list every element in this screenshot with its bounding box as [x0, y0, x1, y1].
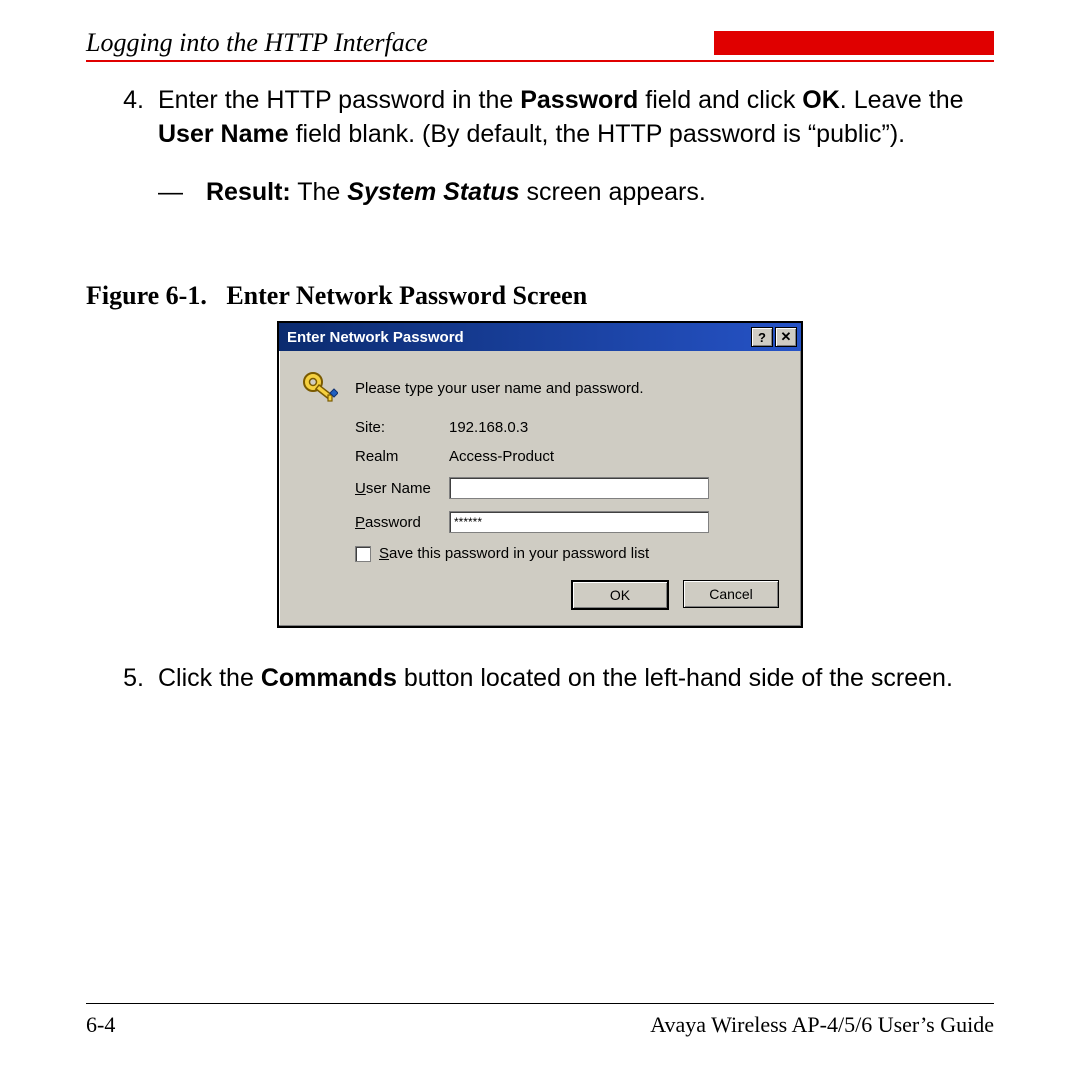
ok-button-label: OK	[610, 587, 630, 603]
realm-label: Realm	[355, 448, 449, 465]
text: button located on the left-hand side of …	[397, 664, 953, 692]
password-label: Password	[355, 514, 449, 531]
text: screen appears.	[520, 178, 706, 206]
cancel-button-label: Cancel	[709, 586, 753, 602]
bold-commands: Commands	[261, 664, 397, 692]
dialog-titlebar[interactable]: Enter Network Password ? ✕	[279, 323, 801, 351]
close-button[interactable]: ✕	[775, 327, 797, 347]
underline: S	[379, 545, 389, 562]
text: assword	[365, 514, 421, 531]
page-footer: 6-4 Avaya Wireless AP-4/5/6 User’s Guide	[86, 1003, 994, 1038]
text: ser Name	[366, 480, 431, 497]
page-number: 6-4	[86, 1012, 115, 1038]
password-input[interactable]	[449, 511, 709, 533]
dialog-prompt: Please type your user name and password.	[355, 380, 783, 397]
username-input[interactable]	[449, 477, 709, 499]
site-label: Site:	[355, 419, 449, 436]
figure-caption: Figure 6-1. Enter Network Password Scree…	[86, 281, 994, 311]
bold-password: Password	[520, 86, 638, 114]
bold-ok: OK	[802, 86, 840, 114]
text: The	[291, 178, 348, 206]
underline: P	[355, 514, 365, 531]
result-row: — Result: The System Status screen appea…	[86, 176, 994, 210]
underline: U	[355, 480, 366, 497]
password-dialog: Enter Network Password ? ✕	[277, 321, 803, 628]
text: field blank. (By default, the HTTP passw…	[289, 120, 905, 148]
help-icon: ?	[758, 330, 766, 345]
result-body: Result: The System Status screen appears…	[206, 176, 706, 210]
save-password-row[interactable]: Save this password in your password list	[355, 545, 649, 562]
step-5: 5. Click the Commands button located on …	[86, 662, 994, 696]
text: field and click	[638, 86, 802, 114]
text: Enter the HTTP password in the	[158, 86, 520, 114]
text: . Leave the	[840, 86, 964, 114]
bold-italic-system-status: System Status	[347, 178, 519, 206]
book-title: Avaya Wireless AP-4/5/6 User’s Guide	[650, 1012, 994, 1038]
close-icon: ✕	[781, 329, 792, 345]
realm-value: Access-Product	[449, 448, 783, 465]
header-accent-bar	[714, 31, 994, 55]
step-number: 5.	[86, 662, 158, 696]
ok-button[interactable]: OK	[571, 580, 669, 610]
step-5-body: Click the Commands button located on the…	[158, 662, 994, 696]
figure-title: Enter Network Password Screen	[226, 281, 587, 310]
key-icon	[297, 369, 341, 407]
page-header: Logging into the HTTP Interface	[86, 28, 994, 62]
text: ave this password in your password list	[389, 545, 649, 562]
step-4-body: Enter the HTTP password in the Password …	[158, 84, 994, 152]
bold-username: User Name	[158, 120, 289, 148]
cancel-button[interactable]: Cancel	[683, 580, 779, 608]
step-number: 4.	[86, 84, 158, 152]
text: Click the	[158, 664, 261, 692]
username-label: User Name	[355, 480, 449, 497]
section-title: Logging into the HTTP Interface	[86, 28, 428, 58]
save-password-label: Save this password in your password list	[379, 545, 649, 562]
save-password-checkbox[interactable]	[355, 546, 371, 562]
site-value: 192.168.0.3	[449, 419, 783, 436]
dialog-title: Enter Network Password	[287, 329, 464, 346]
help-button[interactable]: ?	[751, 327, 773, 347]
dash: —	[158, 176, 206, 210]
figure-number: Figure 6-1.	[86, 281, 207, 310]
step-4: 4. Enter the HTTP password in the Passwo…	[86, 84, 994, 152]
bold-result: Result:	[206, 178, 291, 206]
